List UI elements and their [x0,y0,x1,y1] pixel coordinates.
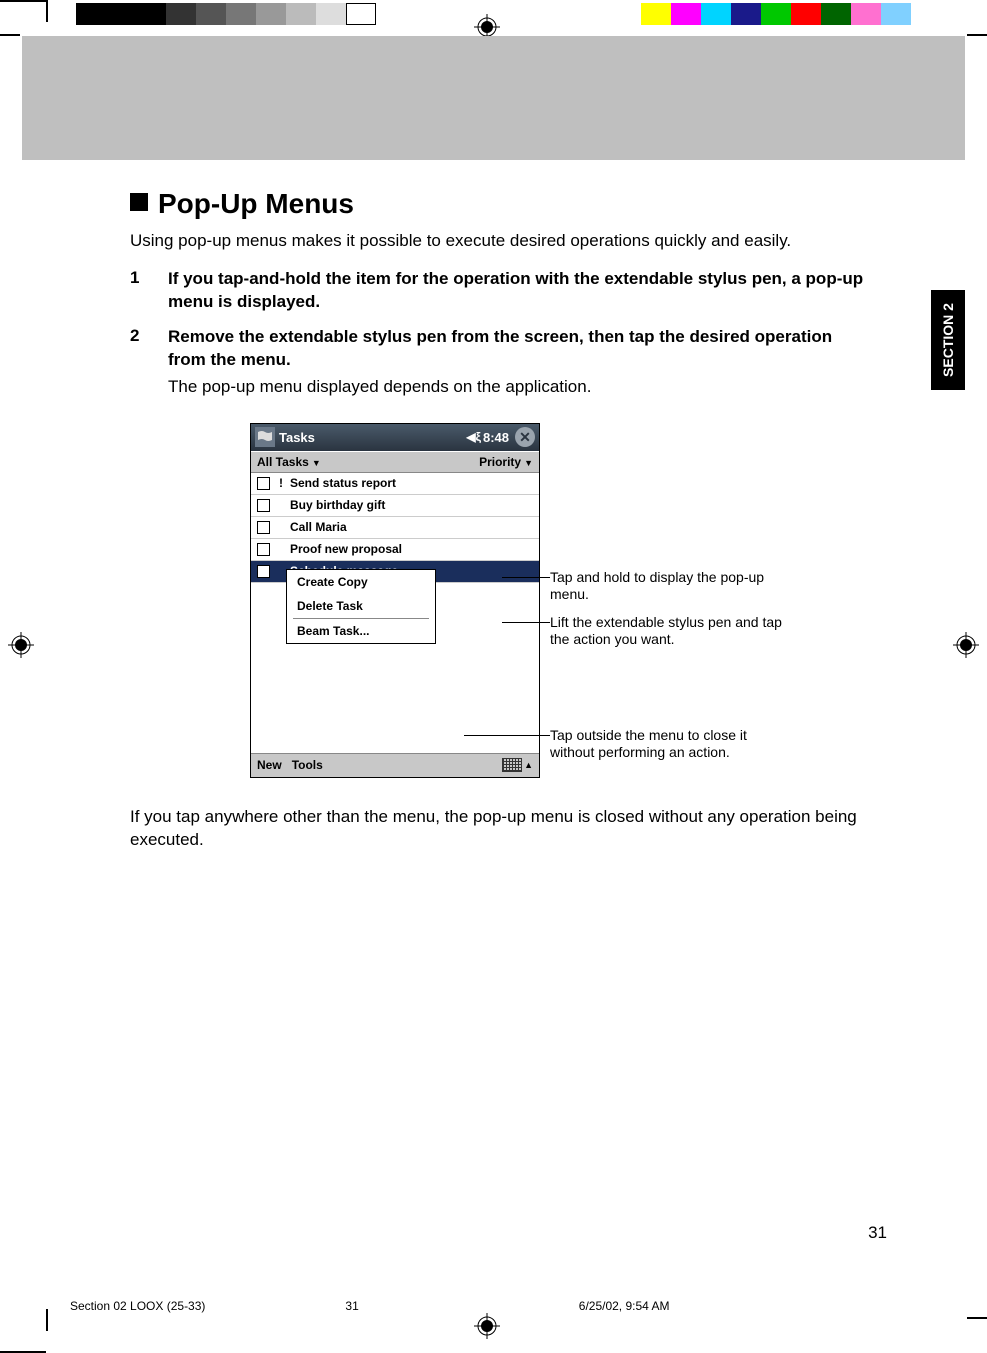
popup-item-beam-task[interactable]: Beam Task... [287,619,435,643]
filter-left-label: All Tasks [257,455,309,469]
task-label: Send status report [290,476,396,490]
close-icon[interactable]: ✕ [515,427,535,447]
checkbox-icon[interactable] [257,565,270,578]
callout-text: Lift the extendable stylus pen and tap t… [550,614,782,648]
callouts: Tap and hold to display the pop-up menu.… [550,423,790,778]
filter-right[interactable]: Priority▼ [479,455,533,469]
closing-paragraph: If you tap anywhere other than the menu,… [130,806,870,852]
keyboard-toggle[interactable]: ▲ [502,758,533,772]
footer-left: Section 02 LOOX (25-33) [70,1299,205,1313]
step-number: 2 [130,326,148,399]
crop-mark [967,1317,987,1319]
heading-text: Pop-Up Menus [158,188,354,219]
print-footer: Section 02 LOOX (25-33) 31 6/25/02, 9:54… [70,1299,917,1313]
color-bar-grayscale [76,3,376,25]
footer-right: 6/25/02, 9:54 AM [579,1299,670,1313]
callout-1: Tap and hold to display the pop-up menu. [550,569,790,604]
clock-time: 8:48 [483,430,509,445]
filter-bar: All Tasks▼ Priority▼ [251,451,539,473]
step-2: 2 Remove the extendable stylus pen from … [130,326,870,399]
checkbox-icon[interactable] [257,477,270,490]
start-flag-icon[interactable] [255,427,275,447]
page-heading: Pop-Up Menus [130,188,870,220]
task-label: Call Maria [290,520,347,534]
crop-mark [0,0,46,2]
titlebar: Tasks ◀ξ 8:48 ✕ [251,424,539,451]
register-mark-icon [474,1313,500,1339]
up-triangle-icon: ▲ [524,760,533,770]
task-row[interactable]: ! Send status report [251,473,539,495]
crop-mark [46,1309,48,1331]
step-number: 1 [130,268,148,314]
task-list: ! Send status report Buy birthday gift C… [251,473,539,583]
pda-screenshot: Tasks ◀ξ 8:48 ✕ All Tasks▼ Priority▼ ! S… [250,423,540,778]
callout-text: Tap outside the menu to close it without… [550,727,747,761]
task-label: Buy birthday gift [290,498,385,512]
checkbox-icon[interactable] [257,521,270,534]
dropdown-icon: ▼ [524,458,533,468]
crop-mark [46,0,48,22]
callout-line [502,622,550,623]
callout-line [502,577,550,578]
callout-text: Tap and hold to display the pop-up menu. [550,569,764,603]
section-tab-label: SECTION 2 [940,303,956,377]
intro-paragraph: Using pop-up menus makes it possible to … [130,230,870,252]
priority-icon: ! [276,476,286,490]
task-row[interactable]: Buy birthday gift [251,495,539,517]
step-text-bold: If you tap-and-hold the item for the ope… [168,268,870,314]
filter-left[interactable]: All Tasks▼ [257,455,321,469]
popup-menu: Create Copy Delete Task Beam Task... [286,569,436,644]
step-text-bold: Remove the extendable stylus pen from th… [168,326,870,372]
filter-right-label: Priority [479,455,521,469]
checkbox-icon[interactable] [257,499,270,512]
bottom-new[interactable]: New [257,758,282,772]
callout-line [464,735,550,736]
callout-2: Lift the extendable stylus pen and tap t… [550,614,790,649]
task-row[interactable]: Proof new proposal [251,539,539,561]
bottom-tools[interactable]: Tools [292,758,323,772]
color-bar-colors [641,3,911,25]
crop-mark [967,34,987,36]
popup-item-delete-task[interactable]: Delete Task [287,594,435,618]
register-mark-icon [8,632,34,658]
crop-mark [0,34,20,36]
checkbox-icon[interactable] [257,543,270,556]
popup-item-create-copy[interactable]: Create Copy [287,570,435,594]
task-row[interactable]: Call Maria [251,517,539,539]
square-bullet-icon [130,193,148,211]
section-tab: SECTION 2 [931,290,965,390]
footer-mid: 31 [345,1299,358,1313]
dropdown-icon: ▼ [312,458,321,468]
page-number: 31 [868,1223,887,1243]
header-band [22,36,965,160]
callout-3: Tap outside the menu to close it without… [550,727,790,762]
task-label: Proof new proposal [290,542,402,556]
app-title: Tasks [279,430,315,445]
bottom-bar: New Tools ▲ [251,753,539,777]
speaker-icon[interactable]: ◀ξ [466,430,481,444]
keyboard-icon [502,758,522,772]
step-text-plain: The pop-up menu displayed depends on the… [168,376,870,399]
step-1: 1 If you tap-and-hold the item for the o… [130,268,870,314]
register-mark-icon [953,632,979,658]
